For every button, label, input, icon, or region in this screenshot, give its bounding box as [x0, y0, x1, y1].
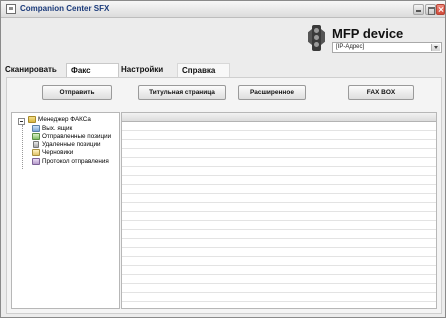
tree-item-label: Удаленные позиции: [42, 141, 101, 148]
tab-help[interactable]: Справка: [177, 63, 230, 77]
close-button[interactable]: [436, 4, 445, 15]
log-icon: [32, 158, 40, 165]
fax-box-button[interactable]: FAX BOX: [348, 85, 414, 100]
folder-icon: [28, 116, 36, 123]
tab-settings[interactable]: Настройки: [120, 63, 175, 77]
fax-manager-tree[interactable]: Менеджер ФАКСа Вых. ящик Отправленные по…: [11, 112, 120, 309]
outbox-icon: [32, 125, 40, 132]
title-bar[interactable]: Companion Center SFX: [1, 1, 445, 18]
minimize-button[interactable]: [413, 4, 424, 15]
grid-rows[interactable]: [122, 122, 436, 308]
tree-connector: [22, 125, 23, 169]
ip-address-select[interactable]: [IP-Адрес]: [332, 42, 442, 53]
sent-icon: [32, 133, 40, 140]
window-title: Companion Center SFX: [20, 4, 110, 13]
collapse-icon[interactable]: [18, 118, 25, 125]
tree-item-label: Вых. ящик: [42, 125, 73, 132]
maximize-button[interactable]: [425, 4, 436, 15]
fax-panel: Отправить Титульная страница Расширенное…: [6, 77, 442, 314]
app-window: Companion Center SFX MFP device [IP-Адре…: [0, 0, 446, 318]
fax-list-grid[interactable]: [121, 112, 437, 309]
app-icon[interactable]: [6, 4, 16, 14]
grid-header[interactable]: [122, 113, 436, 122]
tab-scan[interactable]: Сканировать: [5, 63, 63, 77]
traffic-light-icon: [308, 25, 325, 53]
cover-page-button[interactable]: Титульная страница: [138, 85, 226, 100]
trash-icon: [33, 141, 39, 148]
tree-item-label: Протокол отправления: [42, 158, 109, 165]
tree-item-label: Черновики: [42, 149, 74, 156]
tab-fax[interactable]: Факс: [66, 63, 119, 77]
drafts-icon: [32, 149, 40, 156]
tab-bar: Сканировать Факс Настройки Справка: [1, 63, 445, 77]
tree-item-label: Отправленные позиции: [42, 133, 112, 140]
tree-item-label: Менеджер ФАКСа: [38, 116, 91, 123]
device-header: MFP device [IP-Адрес]: [1, 19, 445, 63]
advanced-button[interactable]: Расширенное: [238, 85, 306, 100]
device-title: MFP device: [332, 26, 404, 41]
send-button[interactable]: Отправить: [42, 85, 112, 100]
chevron-down-icon[interactable]: [431, 44, 440, 51]
ip-address-value: [IP-Адрес]: [336, 44, 365, 50]
